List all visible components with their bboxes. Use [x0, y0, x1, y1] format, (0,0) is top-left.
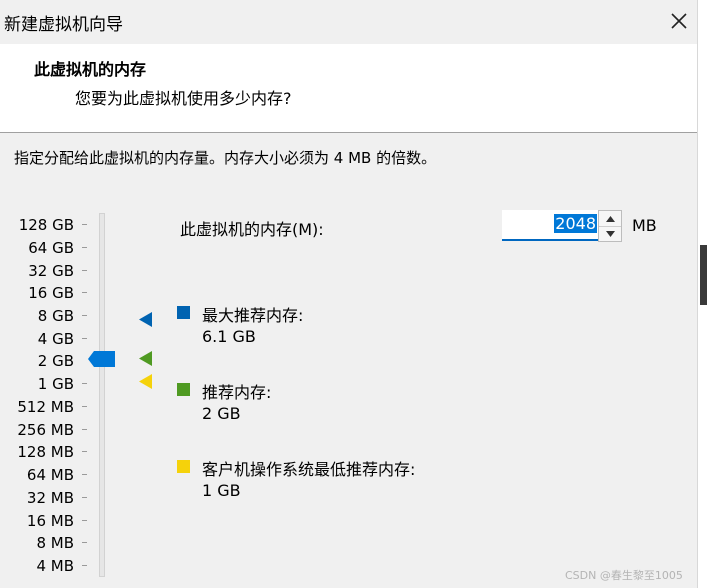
max-recommended-label: 最大推荐内存:	[202, 306, 304, 325]
instruction-text: 指定分配给此虚拟机的内存量。内存大小必须为 4 MB 的倍数。	[14, 149, 437, 167]
scale-tick	[82, 247, 87, 248]
scale-label: 4 MB	[36, 557, 74, 575]
scale-label: 64 MB	[26, 466, 74, 484]
scale-label: 4 GB	[37, 330, 74, 348]
scale-tick	[82, 270, 87, 271]
recommended-swatch	[177, 383, 190, 396]
scale-label: 32 MB	[26, 489, 74, 507]
memory-slider-thumb[interactable]	[88, 351, 116, 367]
wizard-header: 此虚拟机的内存 您要为此虚拟机使用多少内存?	[0, 44, 697, 133]
scale-label: 2 GB	[37, 352, 74, 370]
min-recommended-label: 客户机操作系统最低推荐内存:	[202, 460, 416, 479]
close-button[interactable]	[662, 2, 696, 40]
recommended-value: 2 GB	[202, 404, 241, 423]
window-title: 新建虚拟机向导	[4, 15, 123, 35]
page-title: 此虚拟机的内存	[34, 60, 147, 79]
title-bar: 新建虚拟机向导	[0, 0, 697, 44]
page-subtitle: 您要为此虚拟机使用多少内存?	[75, 89, 292, 108]
recommended-marker-icon	[139, 351, 152, 366]
watermark: CSDN @春生黎至1005	[565, 569, 683, 582]
background-window-fragment	[700, 245, 707, 305]
scale-label: 16 GB	[28, 284, 74, 302]
window-edge	[697, 0, 707, 588]
scale-tick	[82, 474, 87, 475]
scale-tick	[82, 224, 87, 225]
max-recommended-marker-icon	[139, 312, 152, 327]
memory-value: 2048	[554, 214, 597, 233]
scale-tick	[82, 497, 87, 498]
scale-label: 8 MB	[36, 534, 74, 552]
recommended-label: 推荐内存:	[202, 383, 272, 402]
memory-spinner[interactable]	[598, 210, 622, 242]
scale-tick	[82, 565, 87, 566]
scale-tick	[82, 383, 87, 384]
spin-up-button[interactable]	[599, 211, 621, 227]
scale-label: 16 MB	[26, 512, 74, 530]
chevron-up-icon	[605, 215, 615, 222]
max-recommended-swatch	[177, 306, 190, 319]
scale-tick	[82, 406, 87, 407]
memory-unit: MB	[632, 216, 657, 235]
scale-label: 512 MB	[17, 398, 74, 416]
scale-label: 8 GB	[37, 307, 74, 325]
scale-label: 128 GB	[18, 216, 74, 234]
scale-label: 256 MB	[17, 421, 74, 439]
max-recommended-value: 6.1 GB	[202, 327, 256, 346]
min-recommended-swatch	[177, 460, 190, 473]
scale-tick	[82, 429, 87, 430]
min-recommended-value: 1 GB	[202, 481, 241, 500]
min-recommended-marker-icon	[139, 374, 152, 389]
chevron-down-icon	[605, 230, 615, 237]
scale-tick	[82, 520, 87, 521]
memory-slider-track[interactable]	[99, 213, 105, 577]
scale-label: 1 GB	[37, 375, 74, 393]
scale-label: 64 GB	[28, 239, 74, 257]
scale-label: 32 GB	[28, 262, 74, 280]
memory-label: 此虚拟机的内存(M):	[180, 220, 324, 239]
spin-down-button[interactable]	[599, 226, 621, 241]
scale-tick	[82, 451, 87, 452]
close-icon	[671, 13, 687, 29]
scale-tick	[82, 315, 87, 316]
memory-input[interactable]: 2048	[502, 210, 598, 241]
scale-tick	[82, 542, 87, 543]
scale-tick	[82, 292, 87, 293]
scale-label: 128 MB	[17, 443, 74, 461]
scale-tick	[82, 338, 87, 339]
